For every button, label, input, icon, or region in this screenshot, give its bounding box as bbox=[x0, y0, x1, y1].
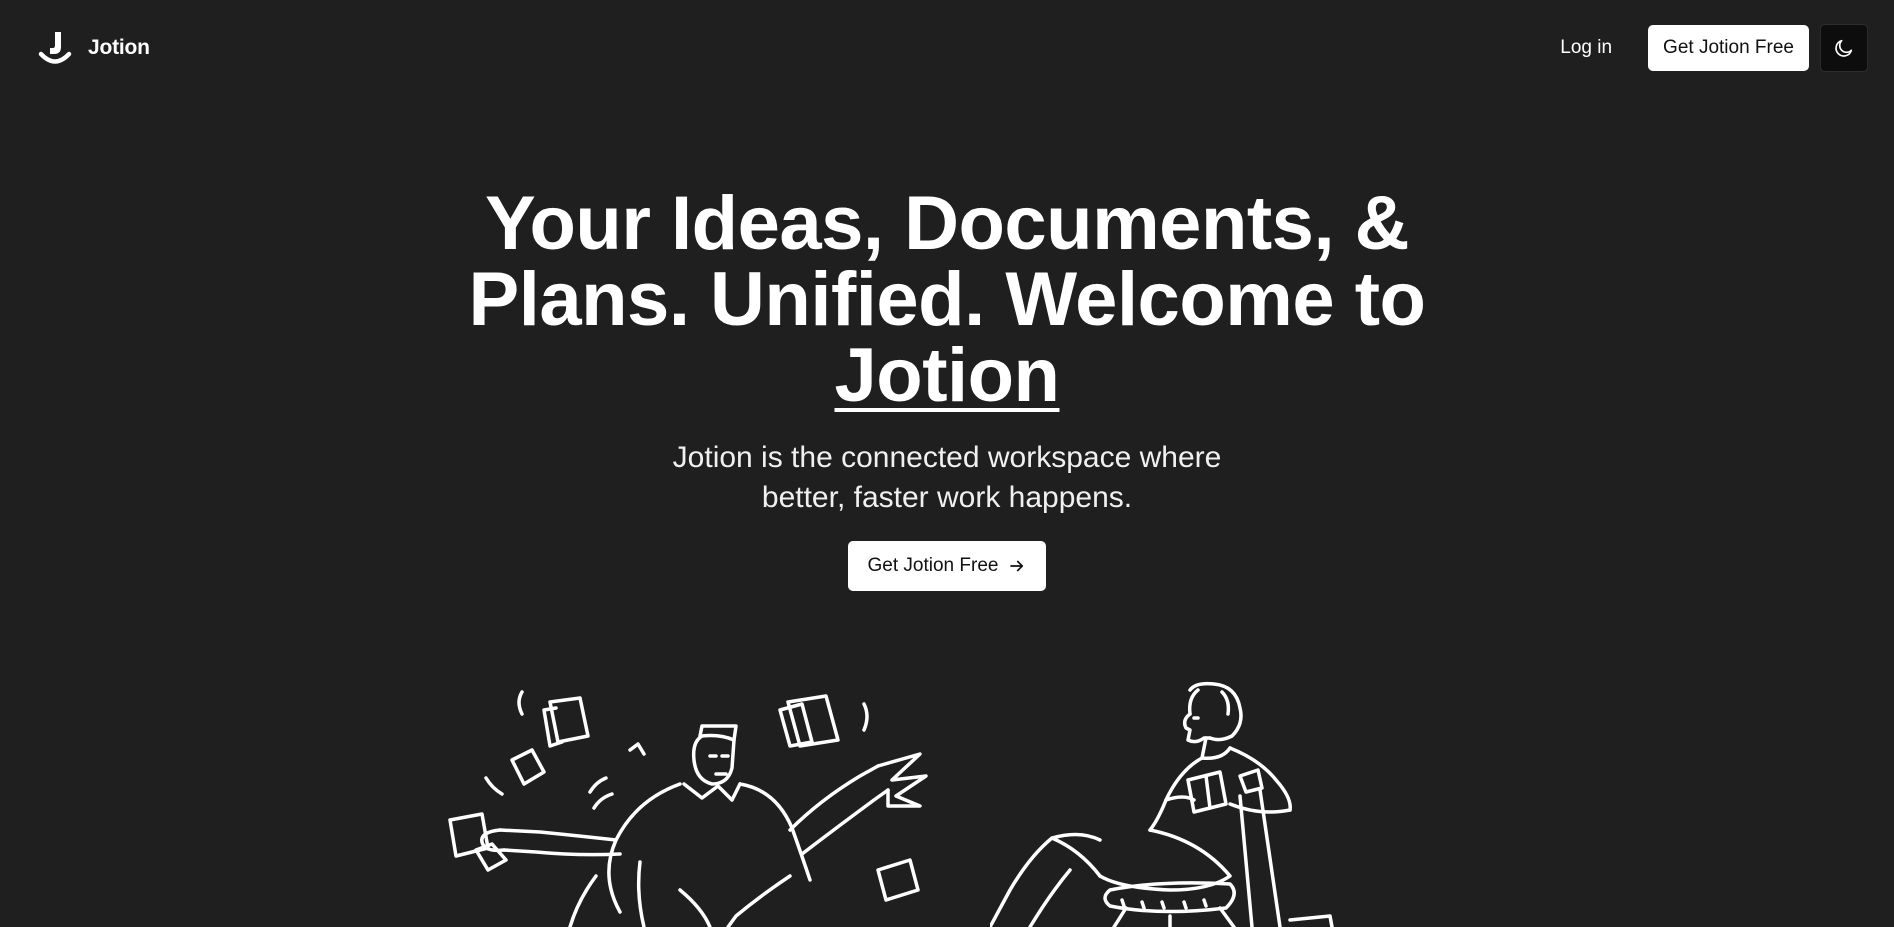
moon-icon bbox=[1835, 39, 1853, 57]
hero-headline-text: Your Ideas, Documents, & Plans. Unified.… bbox=[468, 181, 1426, 342]
brand-name: Jotion bbox=[88, 36, 150, 59]
woman-reading-illustration bbox=[990, 681, 1334, 927]
get-jotion-free-nav-button[interactable]: Get Jotion Free bbox=[1648, 25, 1809, 71]
login-button[interactable]: Log in bbox=[1546, 27, 1626, 69]
hero-section: Your Ideas, Documents, & Plans. Unified.… bbox=[0, 186, 1894, 591]
theme-toggle-button[interactable] bbox=[1820, 24, 1868, 72]
hero-cta-label: Get Jotion Free bbox=[867, 555, 999, 576]
hero-subheadline: Jotion is the connected workspace where … bbox=[672, 441, 1222, 514]
hero-headline-brand: Jotion bbox=[834, 333, 1060, 418]
hero-headline: Your Ideas, Documents, & Plans. Unified.… bbox=[467, 186, 1427, 414]
arrow-right-icon bbox=[1010, 560, 1024, 572]
nav-actions: Log in Get Jotion Free bbox=[1546, 24, 1868, 72]
jotion-logo-icon bbox=[38, 32, 72, 64]
man-juggling-papers-illustration bbox=[448, 690, 928, 927]
top-navigation: Jotion Log in Get Jotion Free bbox=[0, 0, 1894, 96]
brand-logo-link[interactable]: Jotion bbox=[38, 30, 150, 66]
get-jotion-free-hero-button[interactable]: Get Jotion Free bbox=[847, 541, 1047, 591]
